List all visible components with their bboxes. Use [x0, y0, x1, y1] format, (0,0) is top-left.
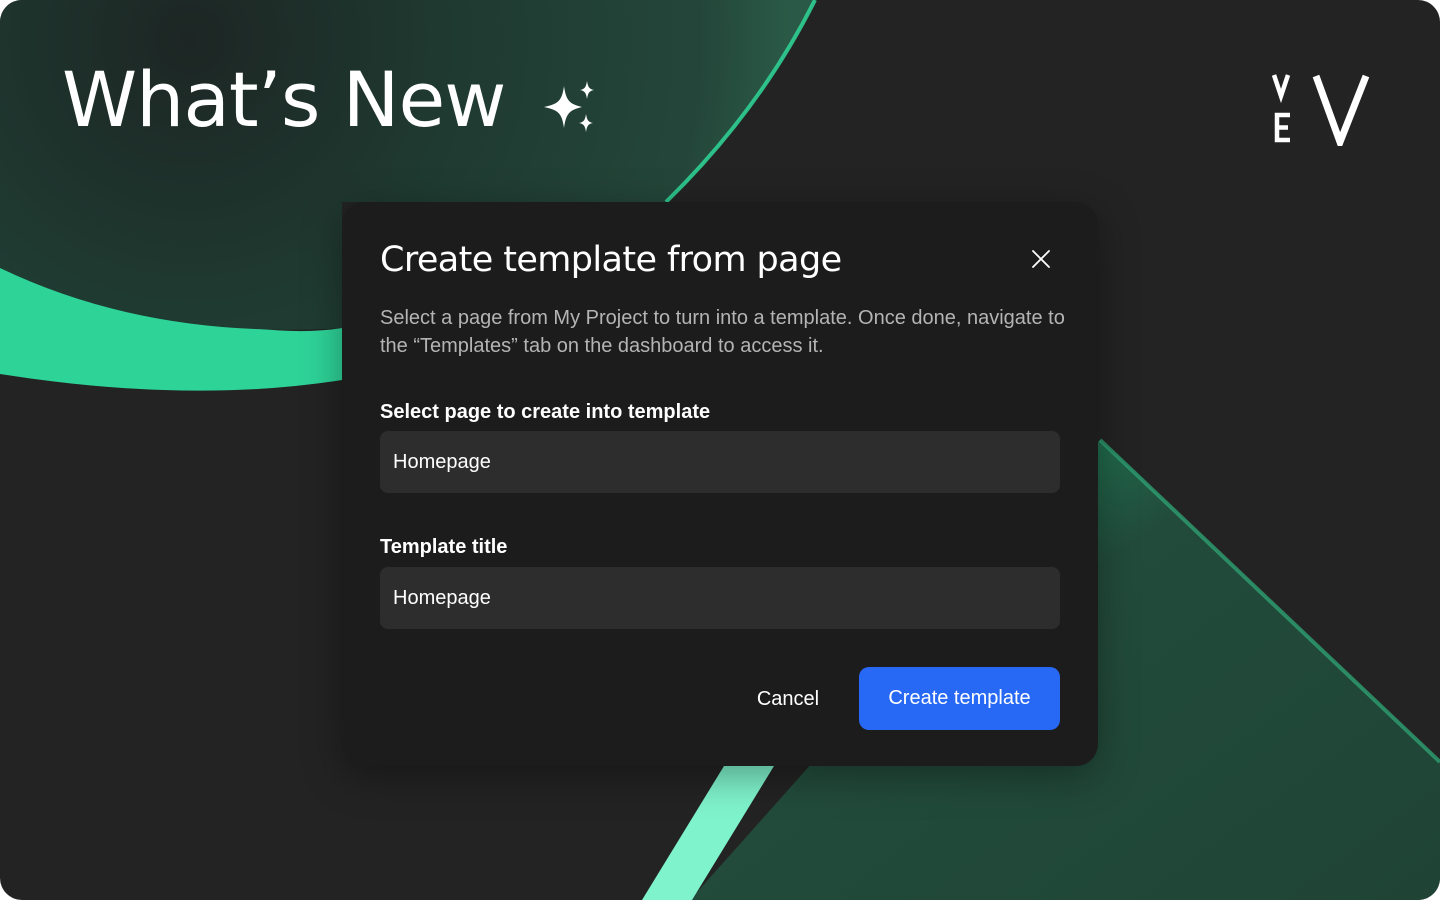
- dialog-description: Select a page from My Project to turn in…: [380, 307, 1065, 357]
- select-page-label: Select page to create into template: [380, 401, 711, 423]
- select-page-value: Homepage: [393, 450, 491, 473]
- whats-new-banner: What’s New Create template from page Sel…: [0, 0, 1440, 900]
- create-template-dialog: Create template from page Select a page …: [342, 202, 1098, 766]
- close-button[interactable]: [1026, 244, 1056, 274]
- close-icon: [1032, 250, 1050, 268]
- ve-logo: [1271, 74, 1370, 146]
- cancel-button[interactable]: Cancel: [740, 668, 836, 730]
- dialog-title: Create template from page: [380, 240, 842, 280]
- create-template-button[interactable]: Create template: [859, 667, 1060, 730]
- sparkle-icon: [544, 81, 594, 132]
- template-title-label: Template title: [380, 536, 508, 558]
- page-title: What’s New: [62, 55, 506, 144]
- select-page-field[interactable]: Homepage: [380, 431, 1060, 493]
- template-title-input[interactable]: [380, 567, 1060, 629]
